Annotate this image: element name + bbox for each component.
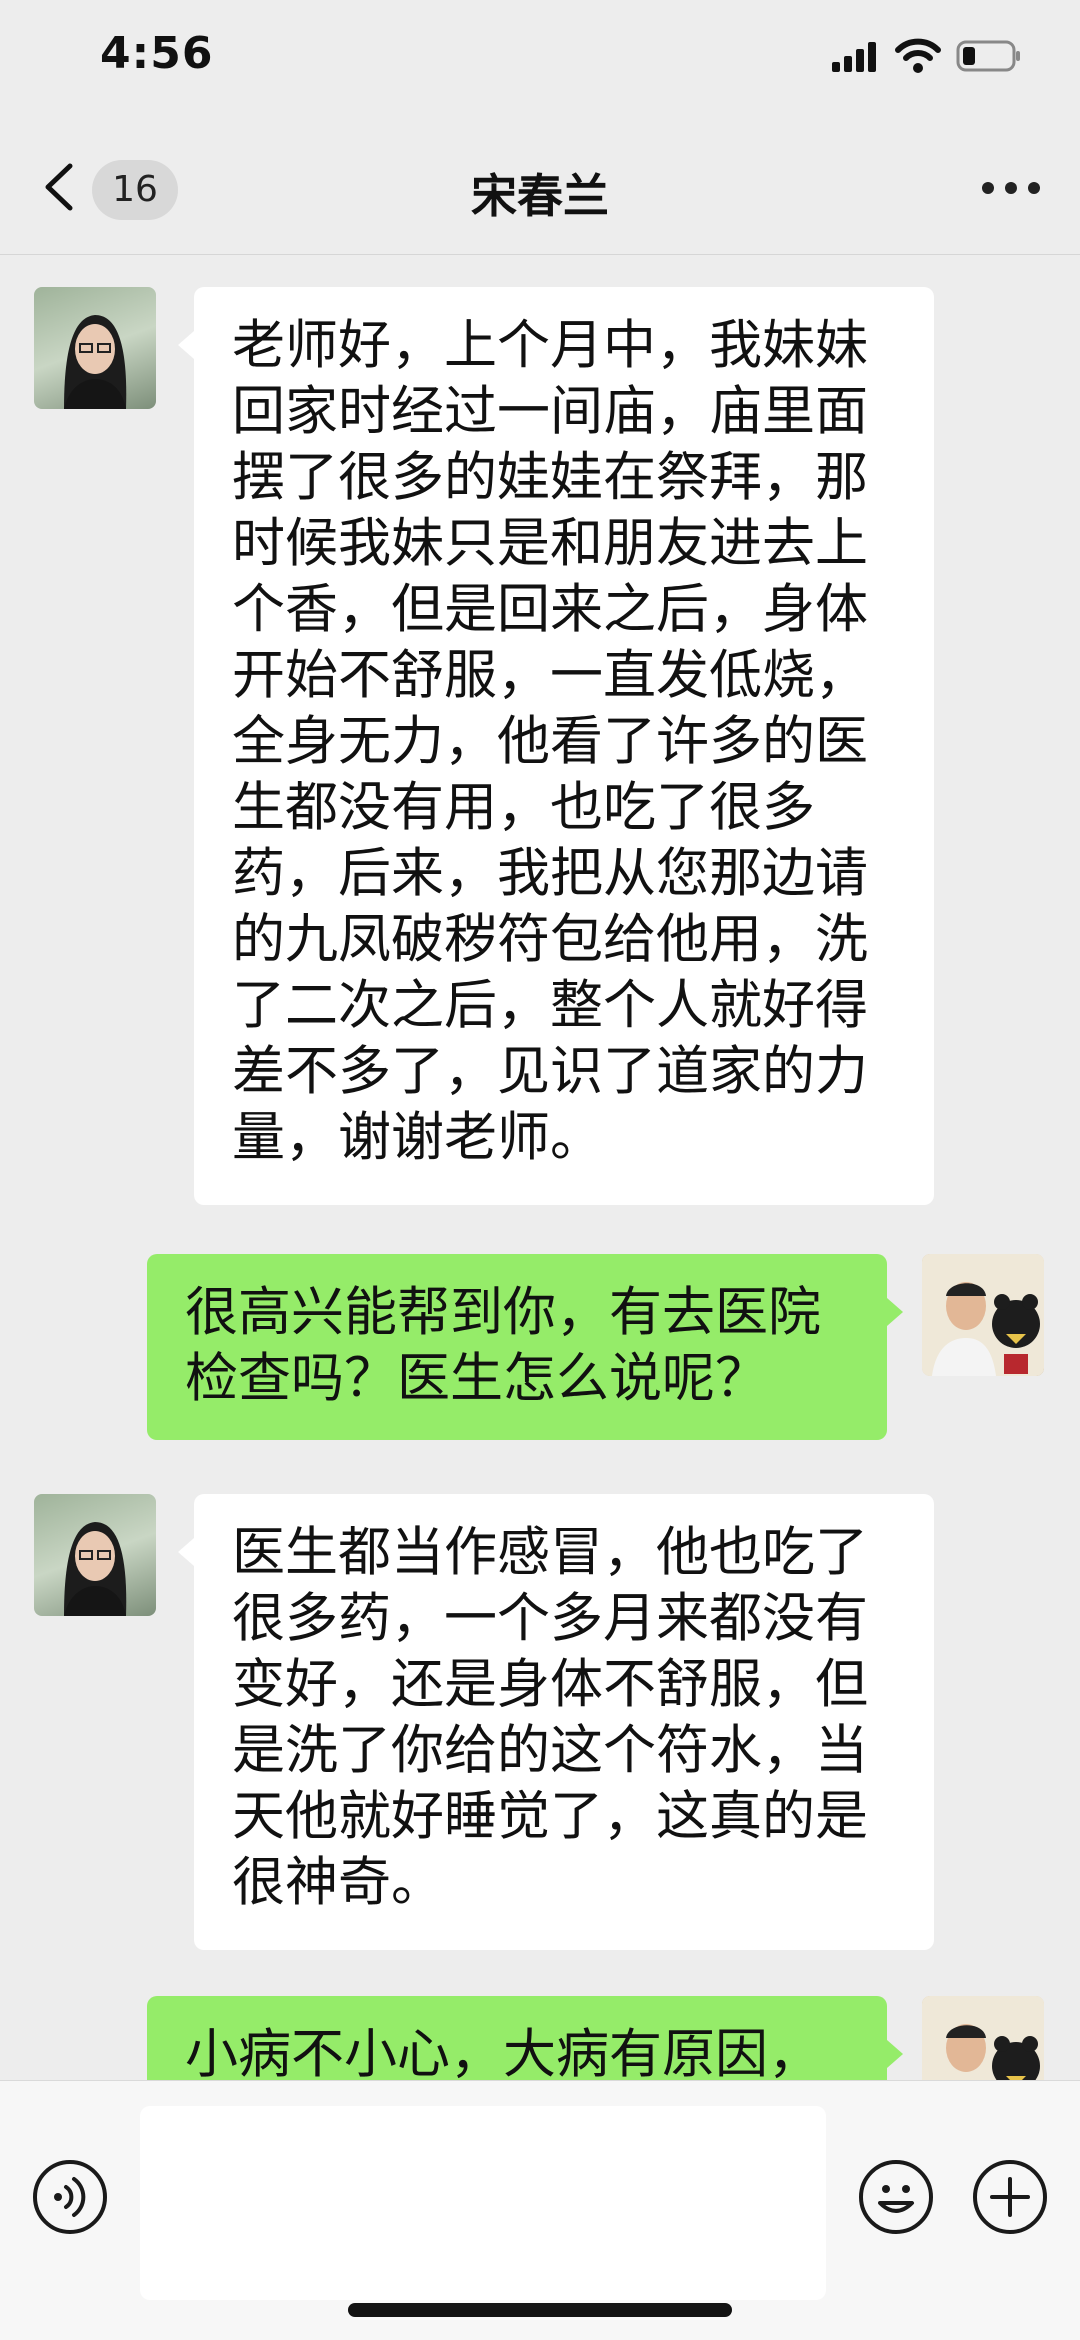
wifi-icon xyxy=(895,38,941,73)
voice-icon[interactable] xyxy=(32,2159,108,2235)
message-bubble-outgoing[interactable]: 小病不小心，大病有原因， xyxy=(147,1996,903,2080)
unread-count-badge[interactable]: 16 xyxy=(92,160,178,220)
self-avatar[interactable] xyxy=(922,1254,1044,1376)
input-bar xyxy=(0,2080,1080,2340)
message-list[interactable]: 老师好，上个月中，我妹妹 回家时经过一间庙，庙里面 摆了很多的娃娃在祭拜，那 时… xyxy=(0,255,1080,2080)
message-bubble-incoming[interactable]: 医生都当作感冒，他也吃了 很多药，一个多月来都没有 变好，还是身体不舒服，但 是… xyxy=(178,1494,934,1950)
status-bar: 4:56 xyxy=(0,0,1080,120)
self-avatar[interactable] xyxy=(922,1996,1044,2080)
contact-avatar[interactable] xyxy=(34,287,156,409)
message-bubble-outgoing[interactable]: 很高兴能帮到你，有去医院 检查吗？医生怎么说呢？ xyxy=(147,1254,903,1440)
home-indicator xyxy=(348,2303,732,2317)
chevron-left-icon[interactable] xyxy=(40,162,80,212)
signal-icon xyxy=(832,42,880,72)
plus-icon[interactable] xyxy=(972,2159,1048,2235)
message-bubble-incoming[interactable]: 老师好，上个月中，我妹妹 回家时经过一间庙，庙里面 摆了很多的娃娃在祭拜，那 时… xyxy=(178,287,934,1205)
status-time: 4:56 xyxy=(100,28,214,79)
more-dots-icon[interactable] xyxy=(982,182,1040,196)
message-input[interactable] xyxy=(140,2106,826,2300)
contact-avatar[interactable] xyxy=(34,1494,156,1616)
chat-title: 宋春兰 xyxy=(471,169,609,223)
battery-icon xyxy=(956,40,1020,72)
emoji-icon[interactable] xyxy=(858,2159,934,2235)
chat-header: 16 宋春兰 xyxy=(0,120,1080,255)
